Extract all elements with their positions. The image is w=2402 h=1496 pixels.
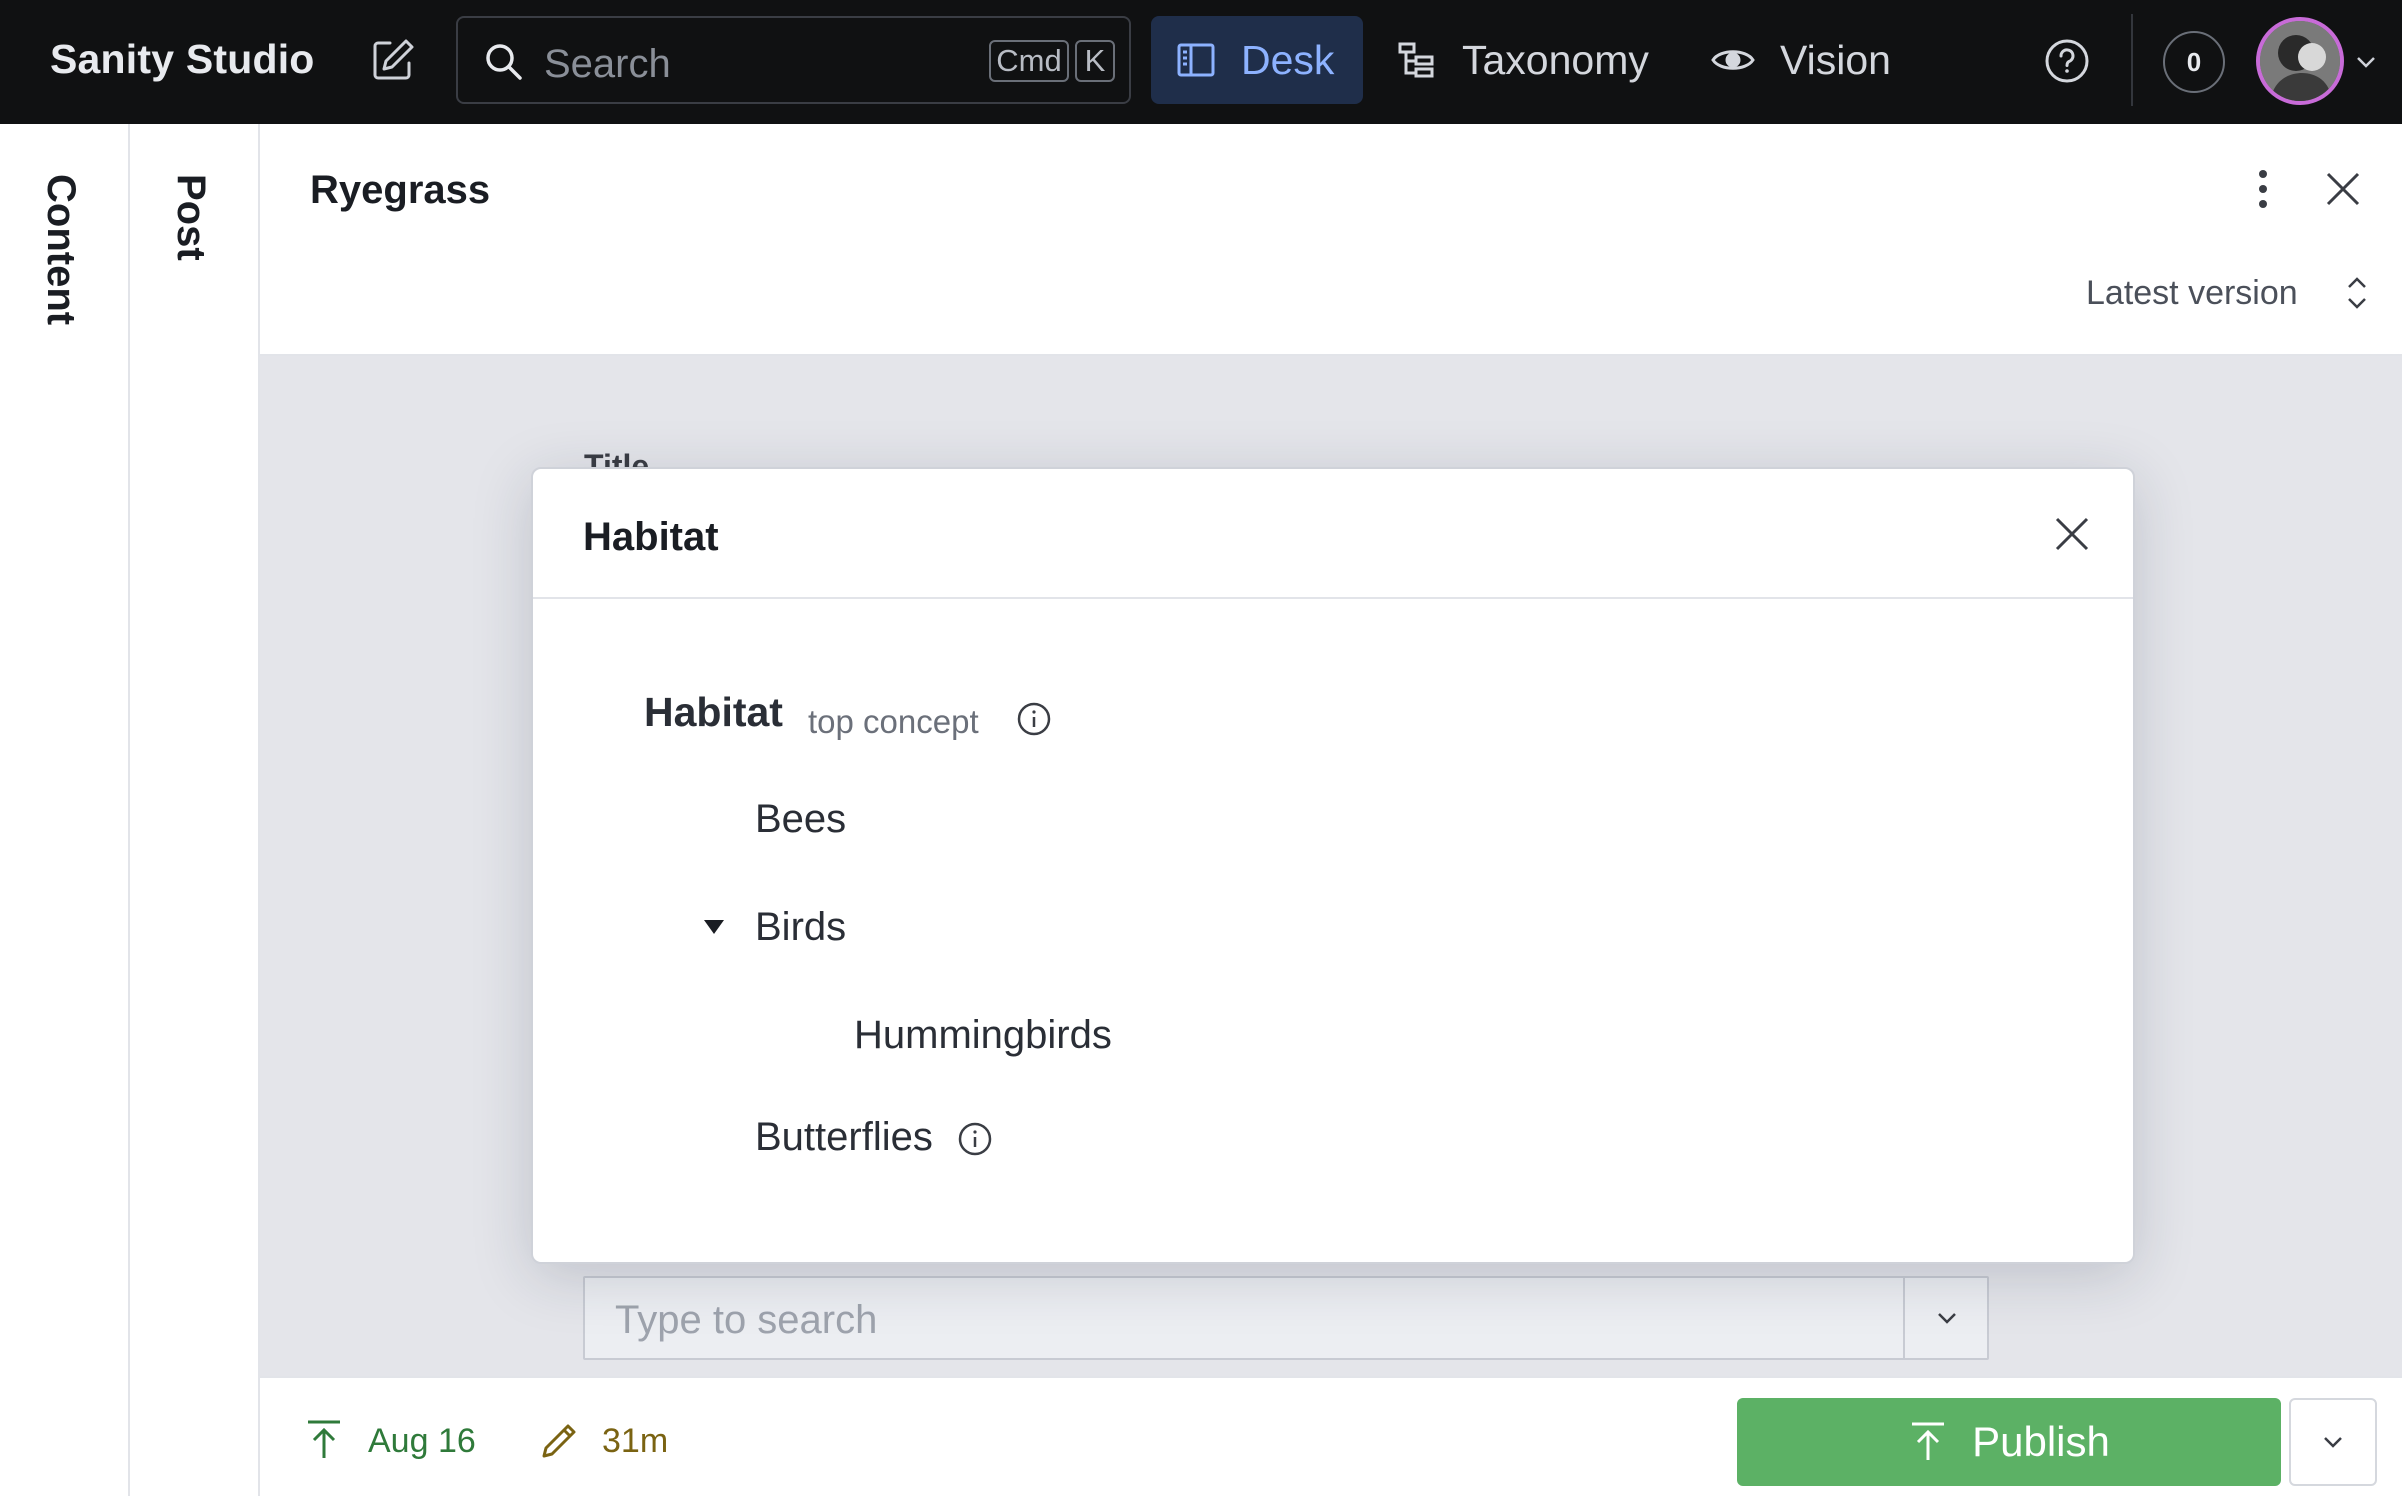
tab-vision[interactable]: Vision <box>1708 16 1908 104</box>
concept-bees[interactable]: Bees <box>755 797 846 842</box>
pane-post-collapsed[interactable]: Post <box>130 124 260 1496</box>
shortcut-cmd-key: Cmd <box>989 40 1069 82</box>
tab-taxonomy-label: Taxonomy <box>1462 36 1649 83</box>
edited-time[interactable]: 31m <box>602 1422 668 1461</box>
published-arrow-icon <box>308 1420 340 1458</box>
app-title[interactable]: Sanity Studio <box>50 36 315 83</box>
caret-down-icon[interactable] <box>703 919 725 935</box>
tab-desk-label: Desk <box>1241 36 1335 83</box>
chevron-down-icon <box>1938 1313 1956 1324</box>
shortcut-k-key: K <box>1075 40 1115 82</box>
concept-hummingbirds[interactable]: Hummingbirds <box>854 1013 1112 1058</box>
nav-divider <box>2131 14 2133 106</box>
top-navbar: Sanity Studio Search Cmd K Desk Taxonomy… <box>0 0 2402 124</box>
help-icon[interactable] <box>2044 38 2090 84</box>
document-footer: Aug 16 31m Publish <box>260 1376 2402 1496</box>
taxonomy-search-input[interactable]: Type to search <box>583 1276 1989 1360</box>
pencil-icon <box>542 1424 576 1458</box>
version-selector[interactable]: Latest version <box>2086 274 2298 313</box>
chevron-down-icon[interactable] <box>2354 50 2378 74</box>
tab-taxonomy[interactable]: Taxonomy <box>1394 16 1674 104</box>
taxonomy-search-placeholder: Type to search <box>615 1298 878 1342</box>
desk-icon <box>1177 43 1215 77</box>
pane-content-collapsed[interactable]: Content <box>0 124 130 1496</box>
concept-birds[interactable]: Birds <box>755 905 846 950</box>
top-concept-habitat[interactable]: Habitat <box>644 689 783 736</box>
published-date[interactable]: Aug 16 <box>368 1422 476 1461</box>
eye-icon <box>1711 50 1755 70</box>
close-icon[interactable] <box>2051 513 2093 555</box>
document-header: Ryegrass Latest version <box>260 124 2402 356</box>
tab-desk[interactable]: Desk <box>1151 16 1363 104</box>
presence-counter[interactable]: 0 <box>2163 31 2225 93</box>
tab-vision-label: Vision <box>1780 36 1891 83</box>
close-icon[interactable] <box>2318 164 2368 214</box>
compose-icon[interactable] <box>368 35 418 85</box>
global-search-input[interactable]: Search Cmd K <box>456 16 1131 104</box>
dialog-title: Habitat <box>583 515 719 559</box>
publish-button[interactable]: Publish <box>1737 1398 2281 1486</box>
search-icon <box>486 44 522 80</box>
more-vertical-icon[interactable] <box>2238 164 2288 214</box>
publish-menu-button[interactable] <box>2289 1398 2377 1486</box>
chevron-up-down-icon[interactable] <box>2338 272 2376 314</box>
dialog-header: Habitat <box>533 469 2133 599</box>
publish-label: Publish <box>1972 1418 2110 1465</box>
chevron-down-icon <box>2324 1437 2342 1448</box>
concept-butterflies[interactable]: Butterflies <box>755 1115 933 1160</box>
user-avatar[interactable] <box>2256 17 2344 105</box>
top-concept-tag: top concept <box>808 703 979 740</box>
search-placeholder: Search <box>544 42 671 86</box>
pane-post-label: Post <box>169 174 213 261</box>
search-dropdown-button[interactable] <box>1903 1278 1987 1358</box>
info-icon[interactable] <box>1016 701 1052 737</box>
document-title: Ryegrass <box>310 168 491 212</box>
tree-icon <box>1398 42 1434 78</box>
pane-content-label: Content <box>39 174 83 326</box>
taxonomy-dialog: Habitat Habitat top concept Bees Birds H… <box>531 467 2135 1264</box>
publish-icon <box>1912 1422 1945 1460</box>
info-icon[interactable] <box>957 1121 993 1157</box>
